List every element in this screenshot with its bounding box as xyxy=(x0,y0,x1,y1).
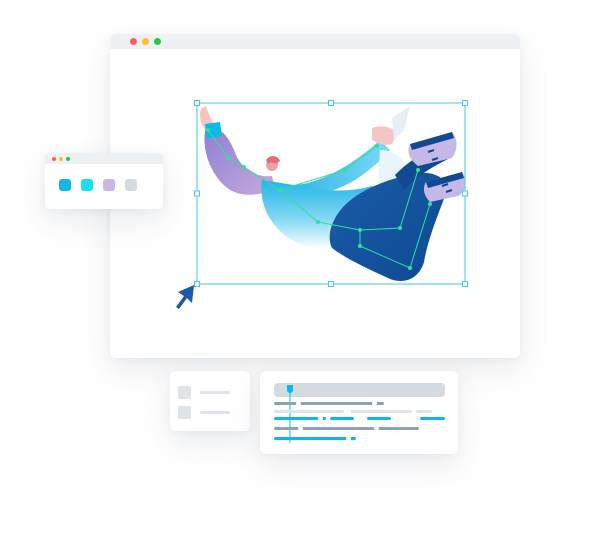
keyframe[interactable] xyxy=(374,426,379,431)
joint-left-shoulder[interactable] xyxy=(242,165,246,169)
handle-middle-right[interactable] xyxy=(462,190,468,197)
timeline-track[interactable] xyxy=(367,417,391,420)
dancer-figure[interactable] xyxy=(199,106,466,281)
keyframe[interactable] xyxy=(318,416,323,421)
joint-left-ankle[interactable] xyxy=(408,266,412,270)
joint-right-foot[interactable] xyxy=(416,168,420,172)
handle-top-right[interactable] xyxy=(462,100,468,106)
joint-right-elbow[interactable] xyxy=(343,168,347,172)
palette-minimize-button[interactable] xyxy=(59,156,63,161)
timeline-track[interactable] xyxy=(416,410,432,413)
layer-thumbnail[interactable] xyxy=(178,406,191,419)
swatch-lavender[interactable] xyxy=(103,179,115,191)
arrow-cursor-icon xyxy=(176,285,194,309)
layer-name-placeholder[interactable] xyxy=(200,411,230,414)
timeline-track[interactable] xyxy=(330,417,354,420)
timeline-track[interactable] xyxy=(274,437,356,440)
timeline-track[interactable] xyxy=(274,427,419,430)
layers-panel xyxy=(170,371,250,431)
handle-bottom-right[interactable] xyxy=(462,281,468,287)
layer-name-placeholder[interactable] xyxy=(200,391,230,394)
playhead[interactable] xyxy=(284,385,296,443)
joint-hip[interactable] xyxy=(316,220,320,224)
joint-shin[interactable] xyxy=(358,244,362,248)
timeline-track[interactable] xyxy=(274,410,344,413)
stage-canvas[interactable] xyxy=(0,0,595,545)
color-palette-window xyxy=(45,153,163,209)
handle-top-left[interactable] xyxy=(194,100,200,106)
layer-thumbnail[interactable] xyxy=(178,386,191,399)
keyframe[interactable] xyxy=(346,409,351,414)
timeline-track[interactable] xyxy=(274,402,384,405)
palette-titlebar xyxy=(45,153,163,164)
timeline-track[interactable] xyxy=(420,417,445,420)
palette-close-button[interactable] xyxy=(52,156,56,161)
joint-left-elbow[interactable] xyxy=(226,156,230,160)
joint-knee-left[interactable] xyxy=(358,228,362,232)
keyframe[interactable] xyxy=(298,426,303,431)
keyframe[interactable] xyxy=(372,401,377,406)
timeline-ruler[interactable] xyxy=(274,383,445,397)
swatch-blue[interactable] xyxy=(59,179,71,191)
joint-knee-right[interactable] xyxy=(398,226,402,230)
joint-neck[interactable] xyxy=(278,188,282,192)
swatch-gray[interactable] xyxy=(125,179,137,191)
keyframe[interactable] xyxy=(296,401,301,406)
handle-top-middle[interactable] xyxy=(328,100,334,106)
joint-left-foot[interactable] xyxy=(428,202,432,206)
handle-middle-left[interactable] xyxy=(194,190,200,197)
joint-right-hand[interactable] xyxy=(375,144,379,148)
swatch-cyan[interactable] xyxy=(81,179,93,191)
timeline-panel xyxy=(260,371,458,454)
palette-maximize-button[interactable] xyxy=(66,156,70,161)
timeline-track[interactable] xyxy=(350,410,412,413)
joint-left-hand[interactable] xyxy=(206,128,210,132)
keyframe[interactable] xyxy=(346,436,351,441)
handle-bottom-middle[interactable] xyxy=(328,281,334,287)
paper-note xyxy=(392,106,410,140)
